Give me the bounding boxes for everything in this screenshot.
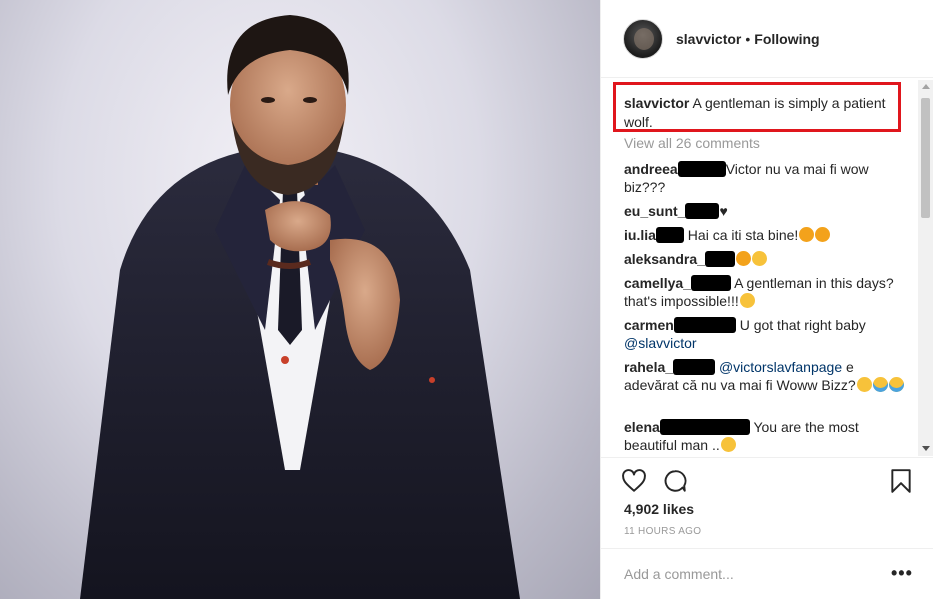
- comment-text: U got that right baby: [739, 317, 866, 333]
- comment-username[interactable]: aleksandra_: [624, 251, 705, 267]
- raised-hand-emoji-icon: [799, 227, 815, 242]
- mention-link[interactable]: @slavvictor: [624, 335, 697, 351]
- redaction-block: [704, 251, 735, 267]
- redaction-block: [677, 161, 726, 177]
- redaction-block: [673, 317, 736, 333]
- heart-icon: [622, 469, 646, 492]
- comment-username[interactable]: andreea: [624, 161, 678, 177]
- caption-highlight: slavvictor A gentleman is simply a patie…: [613, 82, 901, 132]
- blushing-face-emoji-icon: [739, 293, 755, 308]
- likes-count[interactable]: 4,902 likes: [624, 501, 694, 517]
- like-button[interactable]: [619, 466, 649, 496]
- comments-list: slavvictor A gentleman is simply a patie…: [601, 80, 919, 456]
- comment-item: elena You are the most beautiful man ..: [624, 418, 904, 454]
- flexed-biceps-emoji-icon: [815, 227, 831, 242]
- save-button[interactable]: [886, 466, 916, 496]
- comment-item: carmen U got that right baby @slavvictor: [624, 316, 904, 352]
- ok-hand-emoji-icon: [735, 251, 751, 266]
- scroll-up-arrow-icon[interactable]: [922, 84, 930, 89]
- smiling-face-emoji-icon: [751, 251, 767, 266]
- post-actions: 4,902 likes 11 HOURS AGO: [601, 457, 933, 541]
- caption-username[interactable]: slavvictor: [624, 95, 689, 111]
- crying-face-emoji-icon: [872, 377, 888, 392]
- comment-bubble-icon: [664, 470, 687, 492]
- header-username[interactable]: slavvictor: [676, 31, 741, 47]
- thinking-face-emoji-icon: [856, 377, 872, 392]
- add-comment-bar: •••: [601, 548, 933, 599]
- more-options-button[interactable]: •••: [891, 563, 913, 584]
- header-text: slavvictor • Following: [676, 31, 820, 47]
- man-in-suit-photo: [80, 15, 520, 599]
- comment-username[interactable]: camellya_: [624, 275, 691, 291]
- header-separator: •: [745, 30, 751, 47]
- redaction-block: [690, 275, 731, 291]
- post-photo[interactable]: [0, 0, 600, 599]
- post-timestamp: 11 HOURS AGO: [624, 526, 702, 537]
- mention-link[interactable]: @victorslavfanpage: [719, 359, 842, 375]
- comment-item: eu_sunt_ ♥: [624, 202, 904, 220]
- comments-scrollbar[interactable]: [918, 80, 933, 456]
- redaction-block: [685, 203, 720, 219]
- kissing-face-emoji-icon: [720, 437, 736, 452]
- avatar[interactable]: [623, 18, 663, 59]
- comment-username[interactable]: carmen: [624, 317, 674, 333]
- scroll-thumb[interactable]: [921, 98, 930, 218]
- comment-username[interactable]: elena: [624, 419, 660, 435]
- comment-item: camellya_ A gentleman in this days? that…: [624, 274, 904, 310]
- comment-item: aleksandra_: [624, 250, 904, 268]
- redaction-block: [659, 419, 750, 435]
- redaction-block: [655, 227, 684, 243]
- comment-item: rahela_ @victorslavfanpage e adevărat că…: [624, 358, 904, 394]
- view-all-comments-link[interactable]: View all 26 comments: [624, 135, 760, 151]
- comment-item: andreea Victor nu va mai fi wow biz???: [624, 160, 904, 196]
- add-comment-input[interactable]: [624, 566, 864, 582]
- comment-text: ♥: [719, 203, 728, 219]
- comment-item: iu.lia Hai ca iti sta bine!: [624, 226, 904, 244]
- crying-face-emoji-icon: [888, 377, 904, 392]
- bookmark-icon: [891, 469, 911, 493]
- comment-text: Hai ca iti sta bine!: [687, 227, 799, 243]
- comment-username[interactable]: rahela_: [624, 359, 673, 375]
- following-button[interactable]: Following: [754, 31, 819, 47]
- post-details-panel: slavvictor • Following slavvictor A gentle…: [600, 0, 933, 599]
- redaction-block: [673, 359, 716, 375]
- comment-username[interactable]: iu.lia: [624, 227, 656, 243]
- post-header: slavvictor • Following: [601, 0, 933, 78]
- comment-username[interactable]: eu_sunt_: [624, 203, 685, 219]
- scroll-down-arrow-icon[interactable]: [922, 446, 930, 451]
- comment-button[interactable]: [660, 466, 690, 496]
